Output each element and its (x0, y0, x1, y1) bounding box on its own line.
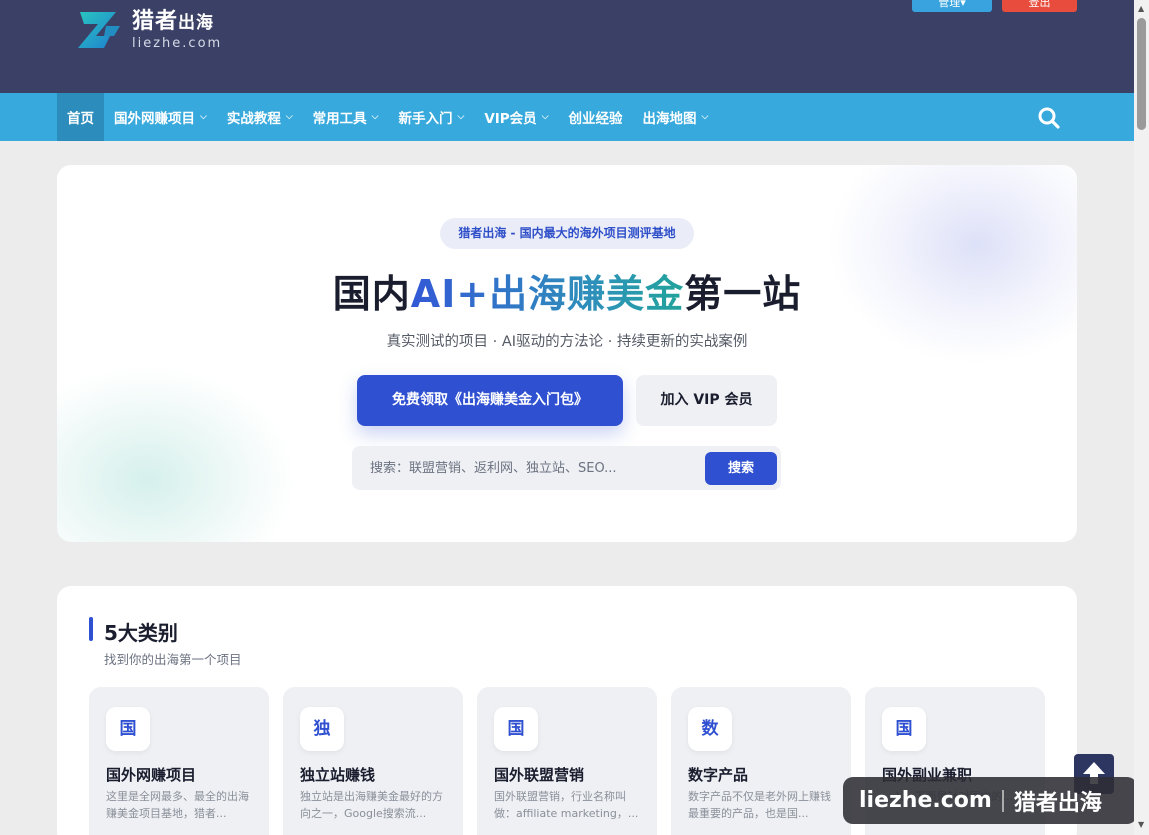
brand-watermark-badge: liezhe.com 猎者出海 (843, 777, 1137, 824)
section-subtitle: 找到你的出海第一个项目 (104, 652, 242, 667)
hero-search-button[interactable]: 搜索 (705, 452, 777, 485)
category-card[interactable]: 独独立站赚钱独立站是出海赚美金最好的方向之一，Google搜索流... (283, 687, 463, 835)
badge-name: 猎者出海 (1013, 790, 1102, 816)
nav-item-label: 实战教程 (226, 111, 281, 127)
scrollbar-thumb[interactable] (1137, 18, 1146, 130)
scroll-down-icon[interactable]: ▼ (1138, 820, 1144, 829)
category-icon: 国 (494, 707, 538, 751)
category-title: 独立站赚钱 (300, 766, 376, 784)
nav-list: 首页 国外网赚项目 ⌵ 实战教程 ⌵ 常用工具 ⌵ 新手入门 ⌵ VIP会员 ⌵ 创业经验 出海地图 ⌵ (57, 93, 718, 141)
main-nav: 首页 国外网赚项目 ⌵ 实战教程 ⌵ 常用工具 ⌵ 新手入门 ⌵ VIP会员 ⌵ 创业经验 出海地图 ⌵ (0, 93, 1134, 141)
nav-item-label: 国外网赚项目 (114, 111, 195, 127)
category-icon: 国 (106, 707, 150, 751)
category-icon: 独 (300, 707, 344, 751)
category-description: 国外联盟营销，行业名称叫做：affiliate marketing，... (494, 790, 639, 820)
nav-item-label: 新手入门 (398, 111, 453, 127)
nav-item[interactable]: 首页 (57, 93, 104, 141)
chevron-down-icon: ⌵ (701, 112, 709, 122)
category-icon: 数 (688, 707, 732, 751)
site-logo[interactable]: 猎者出海 liezhe.com (76, 6, 222, 54)
chevron-down-icon: ⌵ (285, 112, 293, 122)
nav-item[interactable]: VIP会员 ⌵ (474, 93, 558, 141)
section-title: 5大类别 (104, 621, 178, 645)
chevron-down-icon: ⌵ (541, 112, 549, 122)
category-description: 独立站是出海赚美金最好的方向之一，Google搜索流... (300, 790, 443, 820)
logo-domain: liezhe.com (132, 35, 223, 51)
category-card[interactable]: 国国外网赚项目这里是全网最多、最全的出海赚美金项目基地，猎者... (89, 687, 269, 835)
category-title: 数字产品 (688, 766, 749, 784)
badge-domain: liezhe.com (859, 788, 992, 813)
section-accent-bar (89, 617, 93, 641)
search-icon[interactable] (1036, 105, 1062, 131)
decorative-glow (57, 365, 297, 542)
nav-item-label: 创业经验 (568, 111, 623, 127)
nav-item[interactable]: 新手入门 ⌵ (388, 93, 474, 141)
free-starter-pack-button[interactable]: 免费领取《出海赚美金入门包》 (357, 375, 623, 426)
admin-button[interactable]: 管理▾ (912, 0, 992, 12)
category-description: 这里是全网最多、最全的出海赚美金项目基地，猎者... (106, 790, 249, 820)
category-title: 国外网赚项目 (106, 766, 197, 784)
category-card[interactable]: 国国外联盟营销国外联盟营销，行业名称叫做：affiliate marketing… (477, 687, 657, 835)
hero-tagline-pill: 猎者出海 - 国内最大的海外项目测评基地 (440, 218, 694, 249)
hero-title: 国内AI+出海赚美金第一站 (332, 272, 802, 316)
hero-search-input[interactable] (370, 446, 660, 490)
logo-title: 猎者出海 (132, 8, 215, 34)
category-title: 国外联盟营销 (494, 766, 585, 784)
logout-button[interactable]: 登出 (1002, 0, 1077, 12)
logo-mark-icon (76, 6, 124, 54)
chevron-down-icon: ⌵ (200, 112, 207, 122)
page-scrollbar[interactable]: ▲ ▼ (1134, 0, 1149, 835)
hero-section: 猎者出海 - 国内最大的海外项目测评基地 国内AI+出海赚美金第一站 真实测试的… (57, 165, 1077, 542)
category-description: 数字产品不仅是老外网上赚钱最重要的产品，也是国... (688, 790, 831, 820)
nav-item[interactable]: 常用工具 ⌵ (303, 93, 389, 141)
nav-item-label: 出海地图 (642, 111, 697, 127)
nav-item-label: 首页 (67, 111, 94, 127)
nav-item[interactable]: 国外网赚项目 ⌵ (104, 93, 217, 141)
scroll-up-icon[interactable]: ▲ (1138, 4, 1144, 13)
category-card[interactable]: 数数字产品数字产品不仅是老外网上赚钱最重要的产品，也是国... (671, 687, 851, 835)
chevron-down-icon: ⌵ (457, 112, 465, 122)
chevron-down-icon: ⌵ (371, 112, 379, 122)
site-header: 猎者出海 liezhe.com 管理▾ 登出 (0, 0, 1134, 93)
join-vip-button[interactable]: 加入 VIP 会员 (636, 375, 777, 426)
badge-divider (1001, 789, 1004, 812)
nav-item[interactable]: 创业经验 (559, 93, 633, 141)
hero-search-box: 搜索 (352, 446, 781, 490)
nav-item-label: 常用工具 (312, 111, 367, 127)
nav-item[interactable]: 实战教程 ⌵ (217, 93, 303, 141)
nav-item[interactable]: 出海地图 ⌵ (633, 93, 719, 141)
category-icon: 国 (882, 707, 926, 751)
hero-subtitle: 真实测试的项目 · AI驱动的方法论 · 持续更新的实战案例 (386, 334, 748, 350)
nav-item-label: VIP会员 (484, 111, 537, 127)
